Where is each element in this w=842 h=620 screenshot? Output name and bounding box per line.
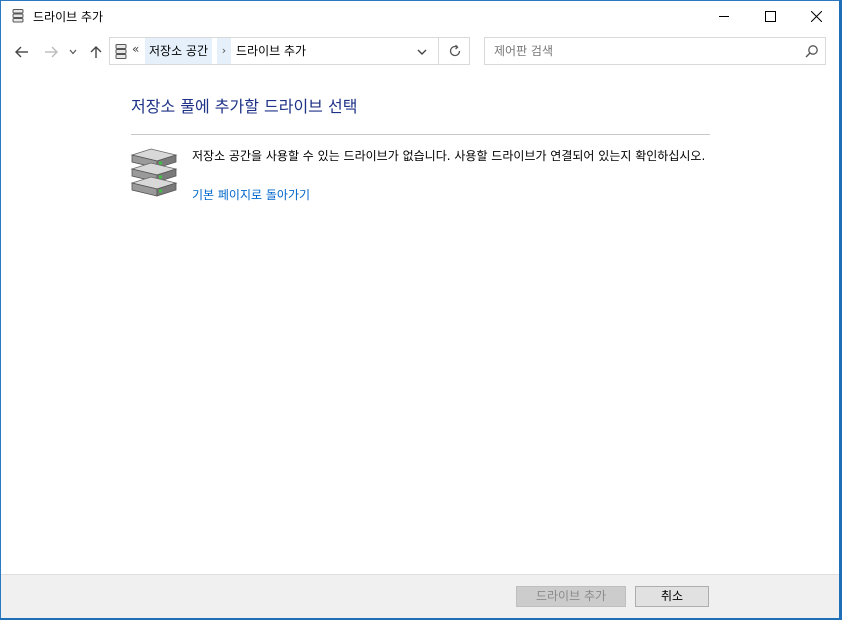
breadcrumb-storage-spaces[interactable]: 저장소 공간 (145, 38, 213, 64)
close-button[interactable] (793, 1, 839, 31)
title-bar: 드라이브 추가 (1, 1, 839, 31)
window-title: 드라이브 추가 (33, 10, 104, 24)
search-box[interactable]: 제어판 검색 (484, 37, 826, 65)
back-to-home-link[interactable]: 기본 페이지로 돌아가기 (192, 186, 310, 203)
breadcrumb-overflow[interactable]: « (132, 42, 139, 56)
arrow-left-icon (15, 46, 28, 58)
minimize-icon (719, 16, 729, 17)
chevron-down-icon (69, 49, 77, 55)
maximize-icon (764, 10, 776, 22)
cancel-button[interactable]: 취소 (635, 586, 709, 607)
breadcrumb-separator[interactable]: › (217, 38, 231, 64)
refresh-icon[interactable] (447, 43, 463, 59)
add-drive-window: 드라이브 추가 « 저장소 공간 › 드라이브 추가 제어판 검색 저장소 풀에… (0, 0, 842, 620)
footer-bar: 드라이브 추가 취소 (1, 574, 839, 618)
close-icon (810, 10, 822, 22)
search-icon[interactable] (805, 44, 819, 58)
minimize-button[interactable] (701, 1, 747, 31)
arrow-right-icon (45, 46, 58, 58)
arrow-up-icon (90, 46, 102, 58)
chevron-down-icon[interactable] (415, 45, 429, 59)
navigation-bar: « 저장소 공간 › 드라이브 추가 제어판 검색 (1, 31, 839, 73)
breadcrumb-add-drive[interactable]: 드라이브 추가 (236, 38, 306, 64)
up-button[interactable] (85, 41, 107, 63)
storage-spaces-icon (115, 44, 127, 59)
no-drives-message: 저장소 공간을 사용할 수 있는 드라이브가 없습니다. 사용할 드라이브가 연… (192, 149, 706, 163)
forward-button[interactable] (40, 41, 62, 63)
storage-spaces-icon (12, 9, 24, 23)
search-placeholder: 제어판 검색 (494, 44, 554, 58)
title-divider (131, 134, 710, 135)
drive-stack-icon (130, 148, 178, 197)
page-title: 저장소 풀에 추가할 드라이브 선택 (131, 97, 358, 116)
address-bar[interactable]: « 저장소 공간 › 드라이브 추가 (109, 37, 470, 65)
address-divider (438, 38, 439, 64)
add-drive-button[interactable]: 드라이브 추가 (516, 586, 626, 607)
maximize-button[interactable] (747, 1, 793, 31)
recent-locations-button[interactable] (65, 41, 81, 63)
back-button[interactable] (11, 41, 33, 63)
